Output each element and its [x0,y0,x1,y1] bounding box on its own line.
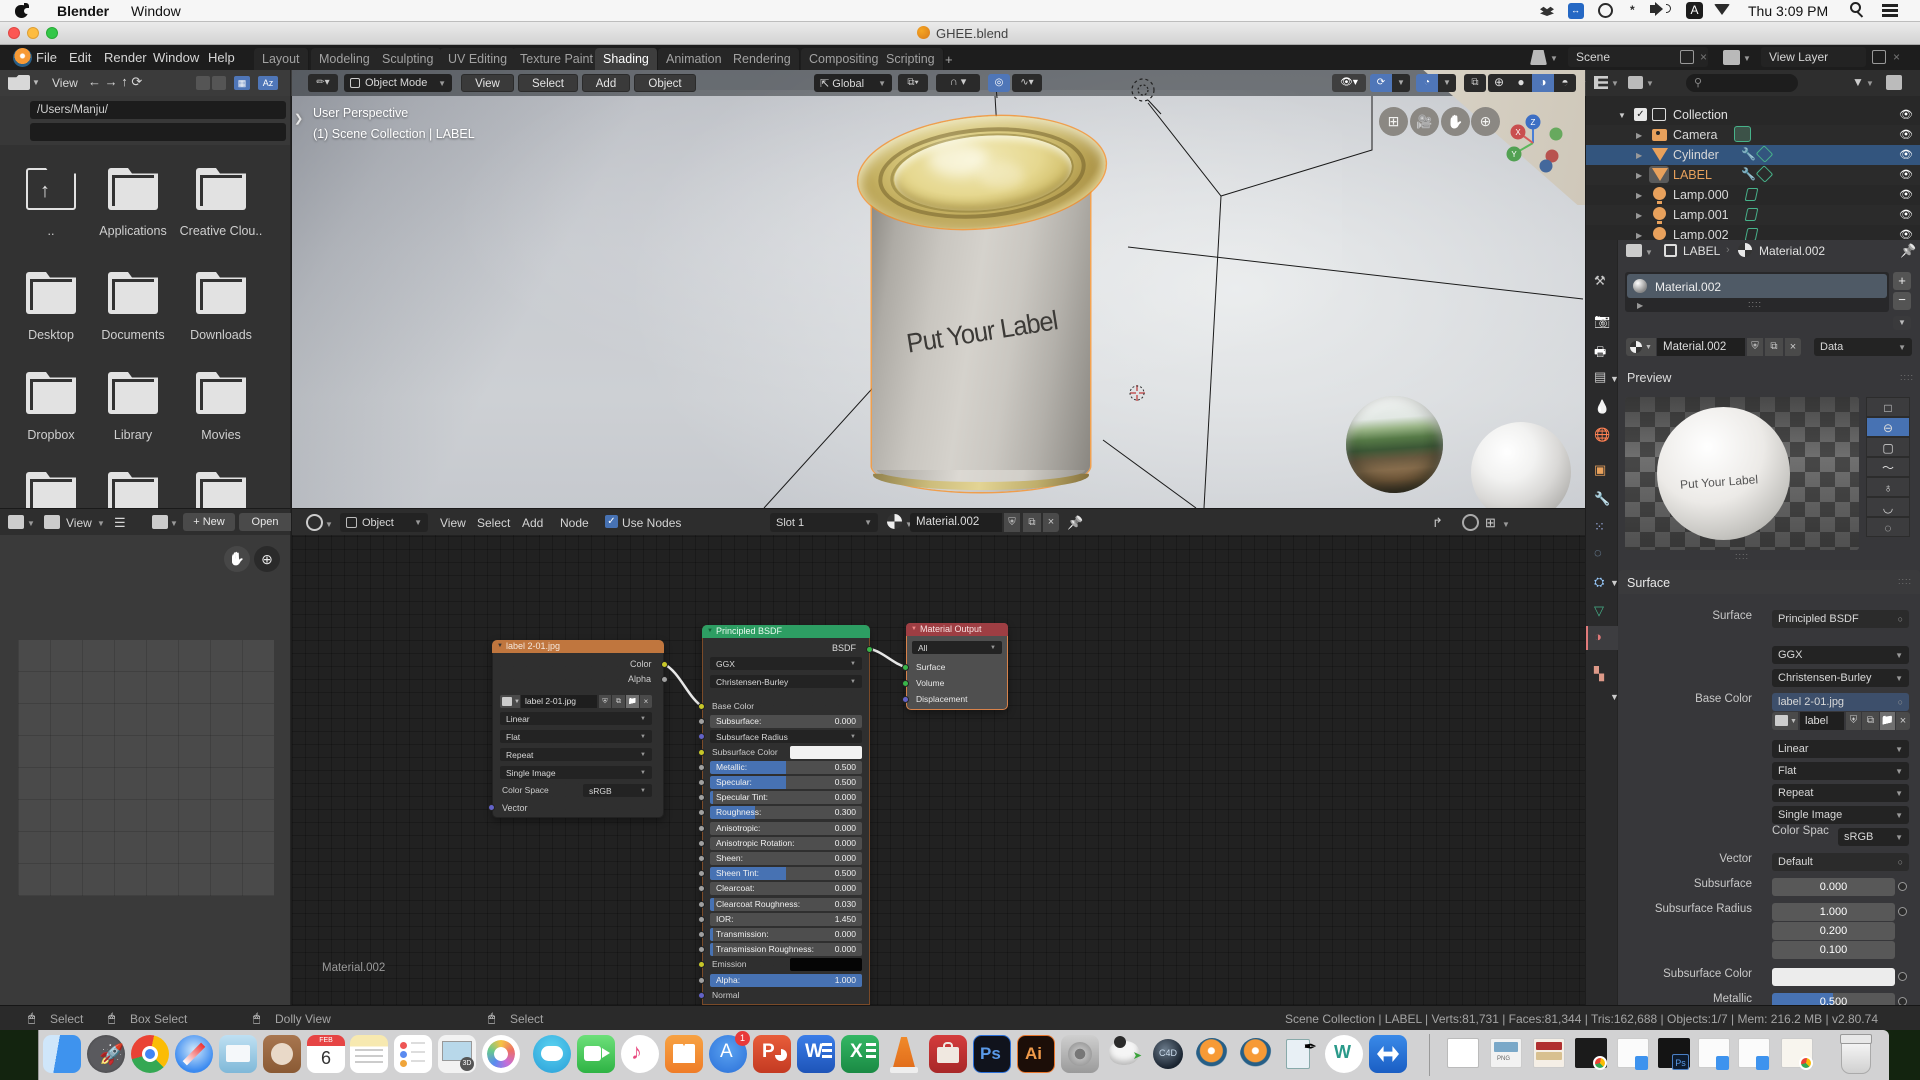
svg-text:Y: Y [1511,150,1517,159]
svg-text:X: X [1515,128,1521,137]
svg-text:Z: Z [1531,118,1536,127]
